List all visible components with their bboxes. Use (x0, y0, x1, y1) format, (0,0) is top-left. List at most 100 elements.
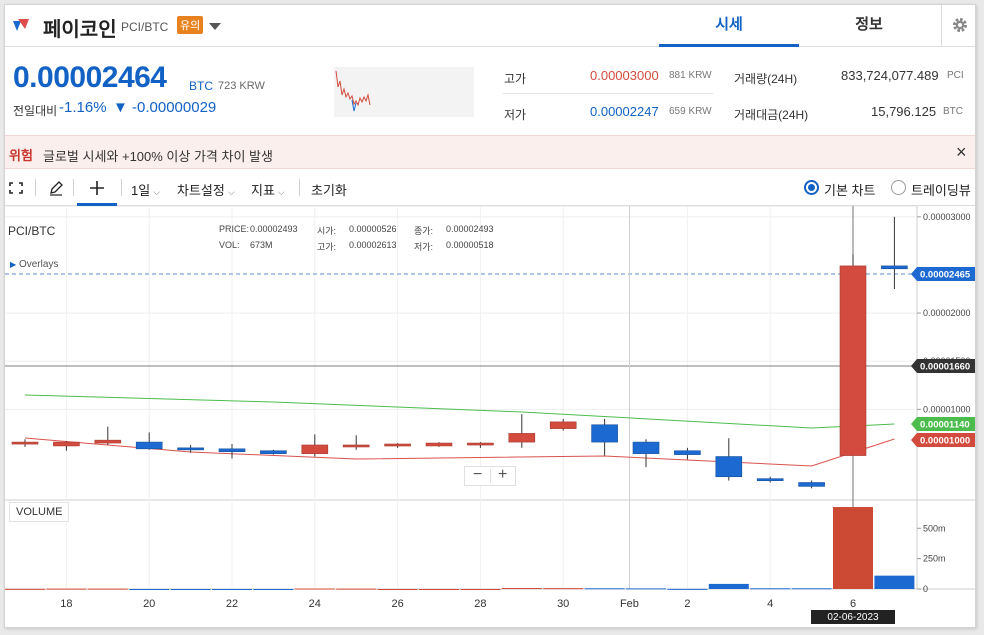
volume-tick-label: 250m (923, 554, 946, 564)
x-tick-label: 2 (684, 598, 690, 610)
crosshair-plus-icon[interactable] (90, 181, 104, 195)
change-label: 전일대비 (13, 104, 58, 118)
candle-body (508, 433, 536, 443)
legend-open-value: 0.00000526 (349, 224, 397, 234)
price-tag-label: 0.00002465 (920, 270, 971, 281)
candle-body (53, 441, 80, 447)
candle-body (881, 265, 908, 270)
tab-info[interactable]: 정보 (799, 5, 939, 47)
close-icon[interactable]: × (956, 143, 967, 161)
chart-settings-label: 차트설정 (177, 183, 225, 198)
volume-bar (833, 507, 873, 589)
reset-button[interactable]: 초기화 (311, 180, 347, 199)
interval-label: 1일 (131, 183, 151, 198)
legend-vol-value: 673M (250, 240, 273, 250)
candle-body (591, 424, 618, 443)
x-tick-label: 6 (850, 598, 856, 610)
legend-low-label: 저가: (414, 242, 434, 252)
fullscreen-icon[interactable] (9, 182, 23, 194)
high-krw: 881 KRW (669, 70, 712, 81)
candle-body (549, 421, 577, 429)
volume-bar (667, 588, 708, 590)
legend-low-value: 0.00000518 (446, 240, 494, 250)
warning-tag: 위험 (9, 148, 33, 163)
candle-body (467, 442, 494, 446)
settings-button[interactable] (941, 5, 975, 47)
chevron-down-icon: ⌵ (153, 187, 161, 197)
volume-24h-unit: PCI (947, 70, 964, 81)
overlays-toggle[interactable]: ▶ Overlays (10, 259, 58, 270)
basic-chart-radio[interactable] (804, 180, 819, 195)
indicator-menu[interactable]: 지표 ⌵ (251, 180, 285, 199)
pencil-icon[interactable] (48, 180, 64, 196)
volume-bar (336, 588, 377, 590)
chart-symbol: PCI/BTC (8, 224, 56, 238)
candles-group (11, 216, 908, 489)
volume-bar (584, 588, 625, 590)
x-tick-label: 28 (474, 598, 486, 610)
zoom-divider (490, 469, 491, 483)
volume-bar (419, 589, 459, 590)
low-krw: 659 KRW (669, 106, 712, 117)
caret-down-icon[interactable] (209, 23, 221, 30)
candle-body (839, 265, 867, 456)
candle-body (384, 443, 411, 447)
candle-body (715, 456, 743, 478)
price-tag-label: 0.00001140 (920, 420, 970, 431)
tradingview-radio[interactable] (891, 180, 906, 195)
x-tick-label: 20 (143, 598, 155, 610)
change-percent: -1.16% (59, 99, 107, 116)
volume-bar (460, 589, 501, 590)
volume-bar (501, 588, 542, 590)
legend-close-label: 종가: (414, 226, 434, 236)
toolbar-separator (73, 179, 74, 196)
price-chart[interactable]: 0.000030000.000020000.000015000.00001000… (5, 206, 976, 628)
x-tick-label: 26 (391, 598, 403, 610)
candle-body (342, 444, 370, 448)
interval-select[interactable]: 1일 ⌵ (131, 180, 160, 199)
tradingview-label[interactable]: 트레이딩뷰 (911, 180, 971, 199)
candle-body (674, 450, 701, 455)
chart-toolbar: 1일 ⌵ 차트설정 ⌵ 지표 ⌵ 초기화 기본 차트 트레이딩뷰 (5, 169, 975, 206)
chart-grid (5, 206, 975, 590)
low-label: 저가 (504, 108, 527, 122)
volume-bar (543, 588, 584, 590)
y-tick-label: 0.00002000 (923, 308, 971, 318)
candle-body (177, 447, 204, 451)
crosshair-date-label: 02-06-2023 (827, 612, 879, 623)
volume-bar (708, 583, 749, 589)
candle-body (11, 441, 39, 445)
volume-bar (294, 588, 335, 590)
chart-settings-menu[interactable]: 차트설정 ⌵ (177, 180, 235, 199)
x-tick-label: 24 (309, 598, 321, 610)
toolbar-separator (35, 179, 36, 196)
current-price: 0.00002464 (13, 61, 167, 94)
zoom-in-button[interactable]: + (498, 466, 507, 484)
volume-bar (5, 588, 45, 590)
candle-body (798, 482, 825, 487)
basic-chart-label[interactable]: 기본 차트 (824, 180, 875, 199)
zoom-out-button[interactable]: − (473, 466, 482, 484)
candle-body (756, 478, 784, 481)
price-unit: BTC (189, 79, 213, 93)
logo-icon (13, 19, 29, 31)
legend-price-value: 0.00002493 (250, 224, 298, 234)
volume-tick-label: 500m (923, 523, 946, 533)
high-value: 0.00003000 (590, 68, 659, 83)
candle-body (425, 442, 453, 447)
legend-vol-label: VOL: (219, 240, 240, 250)
candlestick-chart[interactable]: 0.000030000.000020000.000015000.00001000… (5, 206, 976, 628)
volume-bar (253, 589, 294, 590)
volume-bar (170, 589, 211, 590)
tab-price[interactable]: 시세 (659, 5, 799, 47)
candle-body (260, 450, 287, 454)
toolbar-separator (299, 179, 300, 196)
x-tick-label: Feb (620, 598, 639, 610)
volume-bar (377, 589, 418, 590)
legend-high-label: 고가: (317, 242, 337, 252)
legend-price-label: PRICE: (219, 224, 250, 234)
coin-name: 페이코인 (43, 19, 117, 41)
x-tick-label: 4 (767, 598, 773, 610)
y-tick-label: 0.00003000 (923, 212, 971, 222)
candle-body (632, 441, 660, 454)
